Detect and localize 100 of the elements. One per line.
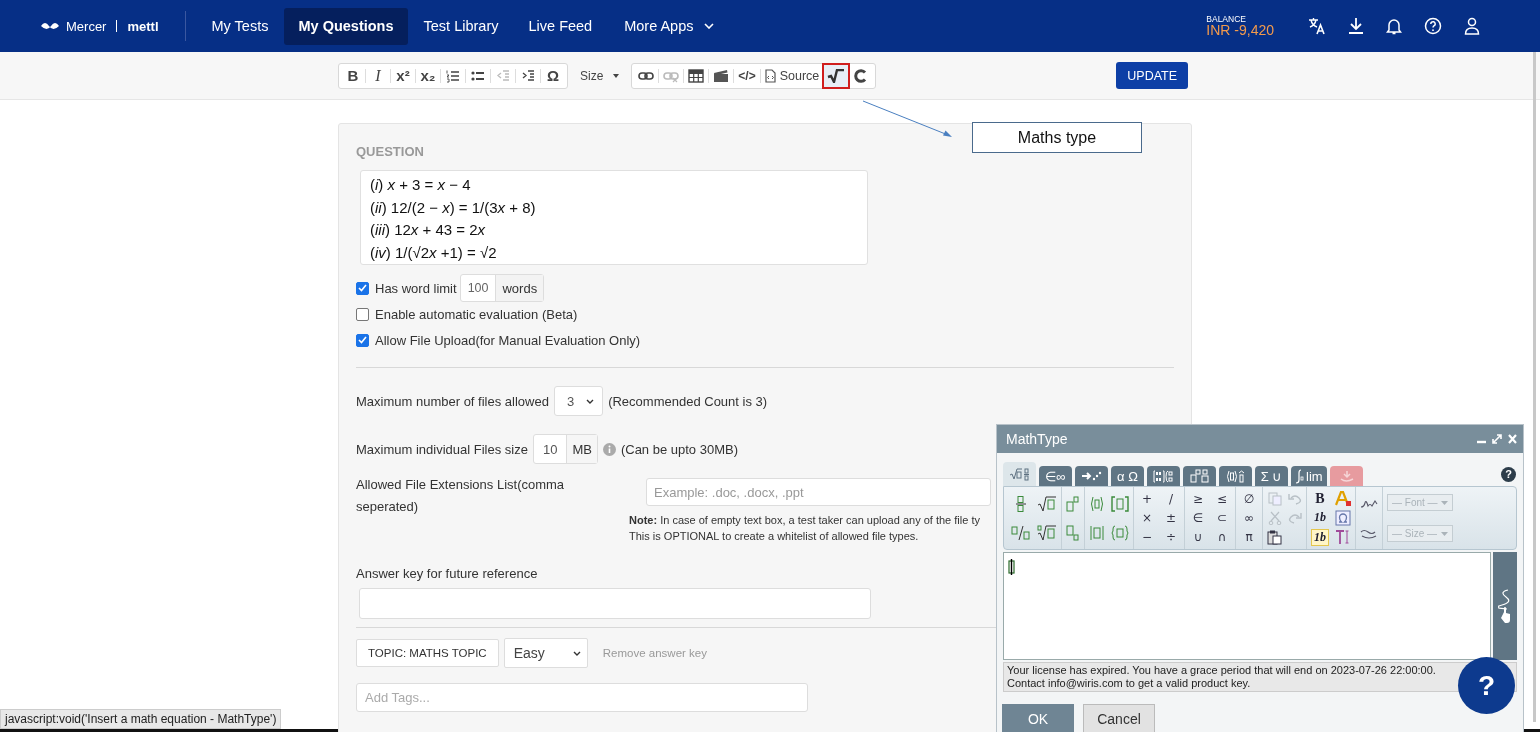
parentheses-template-icon[interactable] (1089, 495, 1105, 512)
chemistry-c-icon[interactable] (854, 68, 869, 83)
symbol-button[interactable]: ⊂ (1213, 511, 1231, 525)
note-text: Note: In case of empty text box, a test taker can upload any of the file ty (629, 513, 981, 528)
clipboard-icon[interactable] (1267, 529, 1282, 545)
ok-button[interactable]: OK (1002, 704, 1074, 732)
bell-icon[interactable] (1386, 17, 1402, 35)
translate-icon[interactable] (1308, 17, 1326, 35)
symbol-button[interactable]: ÷ (1162, 530, 1180, 545)
update-button[interactable]: UPDATE (1116, 62, 1189, 89)
scrollbar[interactable] (1533, 52, 1536, 722)
symbol-button[interactable]: × (1138, 511, 1156, 525)
matrix-icon (1153, 468, 1174, 484)
status-tooltip: javascript:void('Insert a math equation - MathType') (0, 709, 282, 729)
symbol-button[interactable]: − (1138, 530, 1156, 545)
caret-icon (1441, 531, 1448, 536)
difficulty-select[interactable]: Easy (503, 638, 588, 668)
handwriting-panel[interactable] (1493, 552, 1517, 660)
info-icon (602, 442, 616, 456)
question-editor[interactable]: (i) x + 3 = x − 4 (ii) 12/(2 − x) = 1/(3x + 8) (iii) 12x + 43 = 2x (iv) 1/(√2x +1) = √2 (360, 170, 868, 265)
checkbox[interactable] (356, 307, 369, 321)
cancel-button[interactable]: Cancel (1083, 704, 1155, 732)
palette-tab[interactable] (1147, 466, 1180, 486)
script-boxes-icon (1189, 468, 1210, 484)
file-size-field[interactable]: 10 MB (532, 434, 598, 464)
symbol-button[interactable]: ∩ (1213, 530, 1231, 545)
maximize-icon[interactable] (1492, 434, 1502, 444)
answer-key-field[interactable] (359, 588, 871, 619)
square-brackets-template-icon[interactable] (1111, 495, 1129, 512)
square-root-icon[interactable] (827, 68, 846, 83)
equation-text: (iv) 1/(√2x +1) = √2 (370, 242, 498, 263)
brand-name: Mercer (66, 18, 107, 34)
italic-button[interactable]: I (367, 64, 389, 87)
symbol-button[interactable]: ∪ (1189, 530, 1207, 545)
balance-value: INR -9,420 (1206, 23, 1274, 38)
subscript-button[interactable]: x₂ (417, 64, 439, 87)
dialog-title: MathType (1006, 431, 1069, 447)
palette-tab[interactable] (1219, 466, 1252, 486)
fraction-root-icon (1009, 466, 1030, 482)
field-label: Allowed File Extensions List(comma seperated) (356, 476, 566, 516)
text-color-icon[interactable] (1335, 490, 1351, 507)
checkbox[interactable] (356, 333, 369, 347)
user-icon[interactable] (1464, 17, 1480, 35)
italic-style-button[interactable]: 1b (1311, 528, 1329, 546)
italic-style-button[interactable]: 1b (1311, 509, 1329, 527)
chevron-down-icon[interactable] (703, 23, 714, 29)
word-limit-field[interactable]: 100 words (459, 274, 545, 302)
palette-tab[interactable]: lim (1291, 466, 1327, 486)
symbol-button[interactable]: π (1240, 530, 1258, 545)
special-character-button[interactable]: Ω (542, 64, 564, 87)
bold-button[interactable]: B (1315, 490, 1325, 507)
palette-tab[interactable] (1183, 466, 1216, 486)
help-icon[interactable] (1424, 17, 1442, 35)
topic-button[interactable]: TOPIC: MATHS TOPIC (356, 639, 499, 667)
bold-button[interactable]: B (342, 64, 364, 87)
code-button[interactable]: </> (735, 64, 759, 87)
text-cursor-icon[interactable] (1335, 529, 1351, 546)
symbol-button[interactable]: ∈ (1189, 511, 1207, 525)
nav-tab[interactable]: Live Feed (514, 7, 607, 45)
slash-fraction-template-icon[interactable] (1011, 524, 1031, 541)
nav-tab[interactable]: Test Library (409, 7, 513, 45)
symbol-button[interactable]: + (1138, 491, 1156, 506)
numbered-list-icon[interactable] (446, 68, 460, 83)
omega-box-icon[interactable] (1335, 510, 1351, 526)
symbol-button[interactable]: ≥ (1189, 491, 1207, 506)
palette-tab[interactable]: α Ω (1111, 466, 1144, 486)
equation-text: (ii) 12/(2 − x) = 1/(3x + 8) (370, 197, 537, 218)
palette-tab[interactable] (1075, 466, 1108, 486)
hand-pen-icon (1498, 588, 1512, 624)
checkbox[interactable] (356, 281, 369, 295)
file-count-select[interactable]: 3 (553, 386, 604, 416)
nav-tab[interactable]: My Tests (197, 7, 283, 45)
indent-icon[interactable] (521, 68, 535, 83)
table-icon[interactable] (688, 68, 705, 83)
help-button[interactable]: ? (1501, 466, 1516, 482)
square-root-template-icon[interactable] (1037, 495, 1057, 512)
film-clapper-icon[interactable] (713, 68, 730, 83)
equation-input-area[interactable] (1003, 552, 1491, 660)
size-dropdown[interactable]: Size (572, 64, 628, 87)
palette-tab[interactable]: ∈∞ (1039, 466, 1072, 486)
download-icon[interactable] (1348, 17, 1364, 35)
palette-tab[interactable] (1003, 462, 1036, 486)
close-icon[interactable] (1508, 434, 1517, 444)
symbol-button[interactable]: ≤ (1213, 491, 1231, 506)
palette-tab[interactable]: Σ ∪ (1255, 466, 1288, 486)
symbol-button[interactable]: ∅ (1240, 491, 1258, 506)
source-button[interactable]: Source (761, 64, 823, 87)
caret-icon (1441, 500, 1448, 505)
symbol-button[interactable]: / (1162, 491, 1180, 506)
more-apps-menu[interactable]: More Apps (624, 18, 694, 34)
curly-braces-template-icon[interactable] (1111, 524, 1129, 541)
fraction-template-icon[interactable] (1015, 495, 1027, 512)
symbol-button[interactable]: ± (1162, 511, 1180, 525)
superscript-template-icon[interactable] (1066, 495, 1080, 512)
superscript-button[interactable]: x² (392, 64, 414, 87)
option-label: Enable automatic evaluation (Beta) (375, 306, 578, 322)
subscript-template-icon[interactable] (1066, 524, 1080, 541)
symbol-button[interactable]: ∞ (1240, 511, 1258, 525)
nav-tab[interactable]: My Questions (284, 7, 408, 45)
nth-root-template-icon[interactable] (1037, 524, 1057, 541)
